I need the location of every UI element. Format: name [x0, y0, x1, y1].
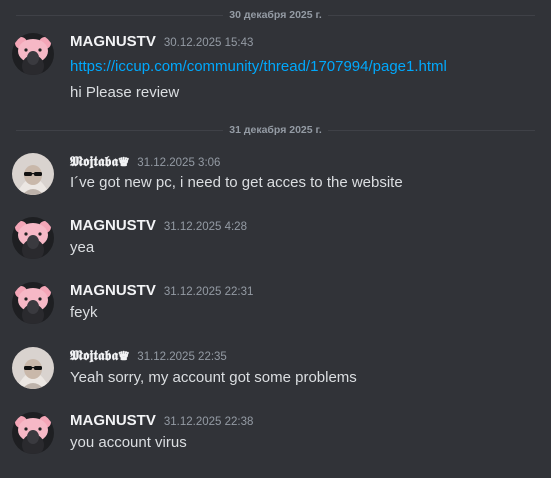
message-text: feyk [70, 304, 98, 321]
message: MAGNUSTV 31.12.2025 22:38 you account vi… [12, 412, 543, 456]
username[interactable]: 𝕸𝖔𝖏𝖙𝖆𝖇𝖆♛ [70, 347, 129, 365]
pink-bear-avatar-icon[interactable] [12, 33, 54, 75]
date-divider-label: 30 декабря 2025 г. [229, 9, 322, 21]
message-text: Yeah sorry, my account got some problems [70, 369, 357, 386]
message-header: MAGNUSTV 31.12.2025 22:38 [70, 412, 253, 430]
message-text: I´ve got new pc, i need to get acces to … [70, 174, 403, 191]
message-header: 𝕸𝖔𝖏𝖙𝖆𝖇𝖆♛ 31.12.2025 22:35 [70, 347, 227, 365]
timestamp: 31.12.2025 4:28 [163, 221, 247, 233]
username[interactable]: MAGNUSTV [70, 412, 156, 430]
message-text: you account virus [70, 434, 187, 451]
timestamp: 30.12.2025 15:43 [163, 37, 254, 49]
date-divider: 30 декабря 2025 г. [16, 8, 535, 22]
timestamp: 31.12.2025 22:38 [163, 416, 254, 428]
pink-bear-avatar-icon[interactable] [12, 412, 54, 454]
username[interactable]: MAGNUSTV [70, 217, 156, 235]
message: MAGNUSTV 31.12.2025 22:31 feyk [12, 282, 543, 326]
timestamp: 31.12.2025 22:35 [137, 351, 227, 363]
message: 𝕸𝖔𝖏𝖙𝖆𝖇𝖆♛ 31.12.2025 3:06 I´ve got new pc… [12, 153, 543, 197]
message-text: hi Please review [70, 84, 180, 101]
timestamp: 31.12.2025 3:06 [137, 157, 221, 169]
message: 𝕸𝖔𝖏𝖙𝖆𝖇𝖆♛ 31.12.2025 22:35 Yeah sorry, my… [12, 347, 543, 391]
username[interactable]: 𝕸𝖔𝖏𝖙𝖆𝖇𝖆♛ [70, 153, 129, 171]
timestamp: 31.12.2025 22:31 [163, 286, 254, 298]
sunglasses-person-avatar-icon[interactable] [12, 347, 54, 389]
message-link[interactable]: https://iccup.com/community/thread/17079… [70, 57, 447, 77]
message-header: 𝕸𝖔𝖏𝖙𝖆𝖇𝖆♛ 31.12.2025 3:06 [70, 153, 220, 171]
date-divider: 31 декабря 2025 г. [16, 123, 535, 137]
pink-bear-avatar-icon[interactable] [12, 282, 54, 324]
message-header: MAGNUSTV 30.12.2025 15:43 [70, 33, 253, 51]
username[interactable]: MAGNUSTV [70, 33, 156, 51]
username[interactable]: MAGNUSTV [70, 282, 156, 300]
message-header: MAGNUSTV 31.12.2025 22:31 [70, 282, 253, 300]
chat-log: 30 декабря 2025 г. MAGNUSTV 30.12.2025 1… [0, 0, 551, 478]
message-text: yea [70, 239, 95, 256]
pink-bear-avatar-icon[interactable] [12, 217, 54, 259]
message: MAGNUSTV 31.12.2025 4:28 yea [12, 217, 543, 261]
sunglasses-person-avatar-icon[interactable] [12, 153, 54, 195]
message-header: MAGNUSTV 31.12.2025 4:28 [70, 217, 247, 235]
date-divider-label: 31 декабря 2025 г. [229, 124, 322, 136]
message: MAGNUSTV 30.12.2025 15:43 https://iccup.… [12, 33, 543, 103]
